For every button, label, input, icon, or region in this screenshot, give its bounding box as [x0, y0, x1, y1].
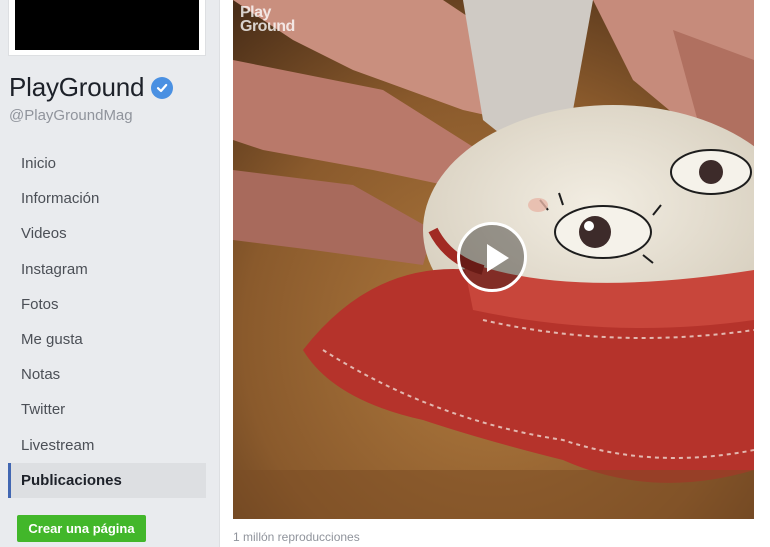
nav-item-me-gusta[interactable]: Me gusta: [8, 322, 206, 357]
nav-item-videos[interactable]: Videos: [8, 216, 206, 251]
cover-photo[interactable]: [8, 0, 206, 56]
nav-item-fotos[interactable]: Fotos: [8, 287, 206, 322]
video-watermark: Play Ground: [240, 5, 295, 35]
nav-item-informacion[interactable]: Información: [8, 181, 206, 216]
video-player[interactable]: Play Ground: [233, 0, 754, 519]
nav-item-instagram[interactable]: Instagram: [8, 252, 206, 287]
create-page-button[interactable]: Crear una página: [17, 515, 146, 542]
cover-image: [15, 0, 199, 50]
page-title[interactable]: PlayGround: [9, 72, 174, 103]
nav-item-inicio[interactable]: Inicio: [8, 146, 206, 181]
view-count: 1 millón reproducciones: [233, 530, 360, 544]
verified-badge-icon: [151, 76, 174, 99]
post-card: Play Ground 1 millón reproducciones: [219, 0, 770, 547]
page-name-text[interactable]: PlayGround: [9, 72, 145, 103]
page-nav: Inicio Información Videos Instagram Foto…: [8, 146, 206, 498]
watermark-line-2: Ground: [240, 18, 295, 35]
nav-item-twitter[interactable]: Twitter: [8, 392, 206, 427]
play-icon[interactable]: [457, 222, 527, 292]
nav-item-notas[interactable]: Notas: [8, 357, 206, 392]
nav-item-livestream[interactable]: Livestream: [8, 428, 206, 463]
nav-item-publicaciones[interactable]: Publicaciones: [8, 462, 206, 498]
page-handle[interactable]: @PlayGroundMag: [9, 107, 133, 124]
